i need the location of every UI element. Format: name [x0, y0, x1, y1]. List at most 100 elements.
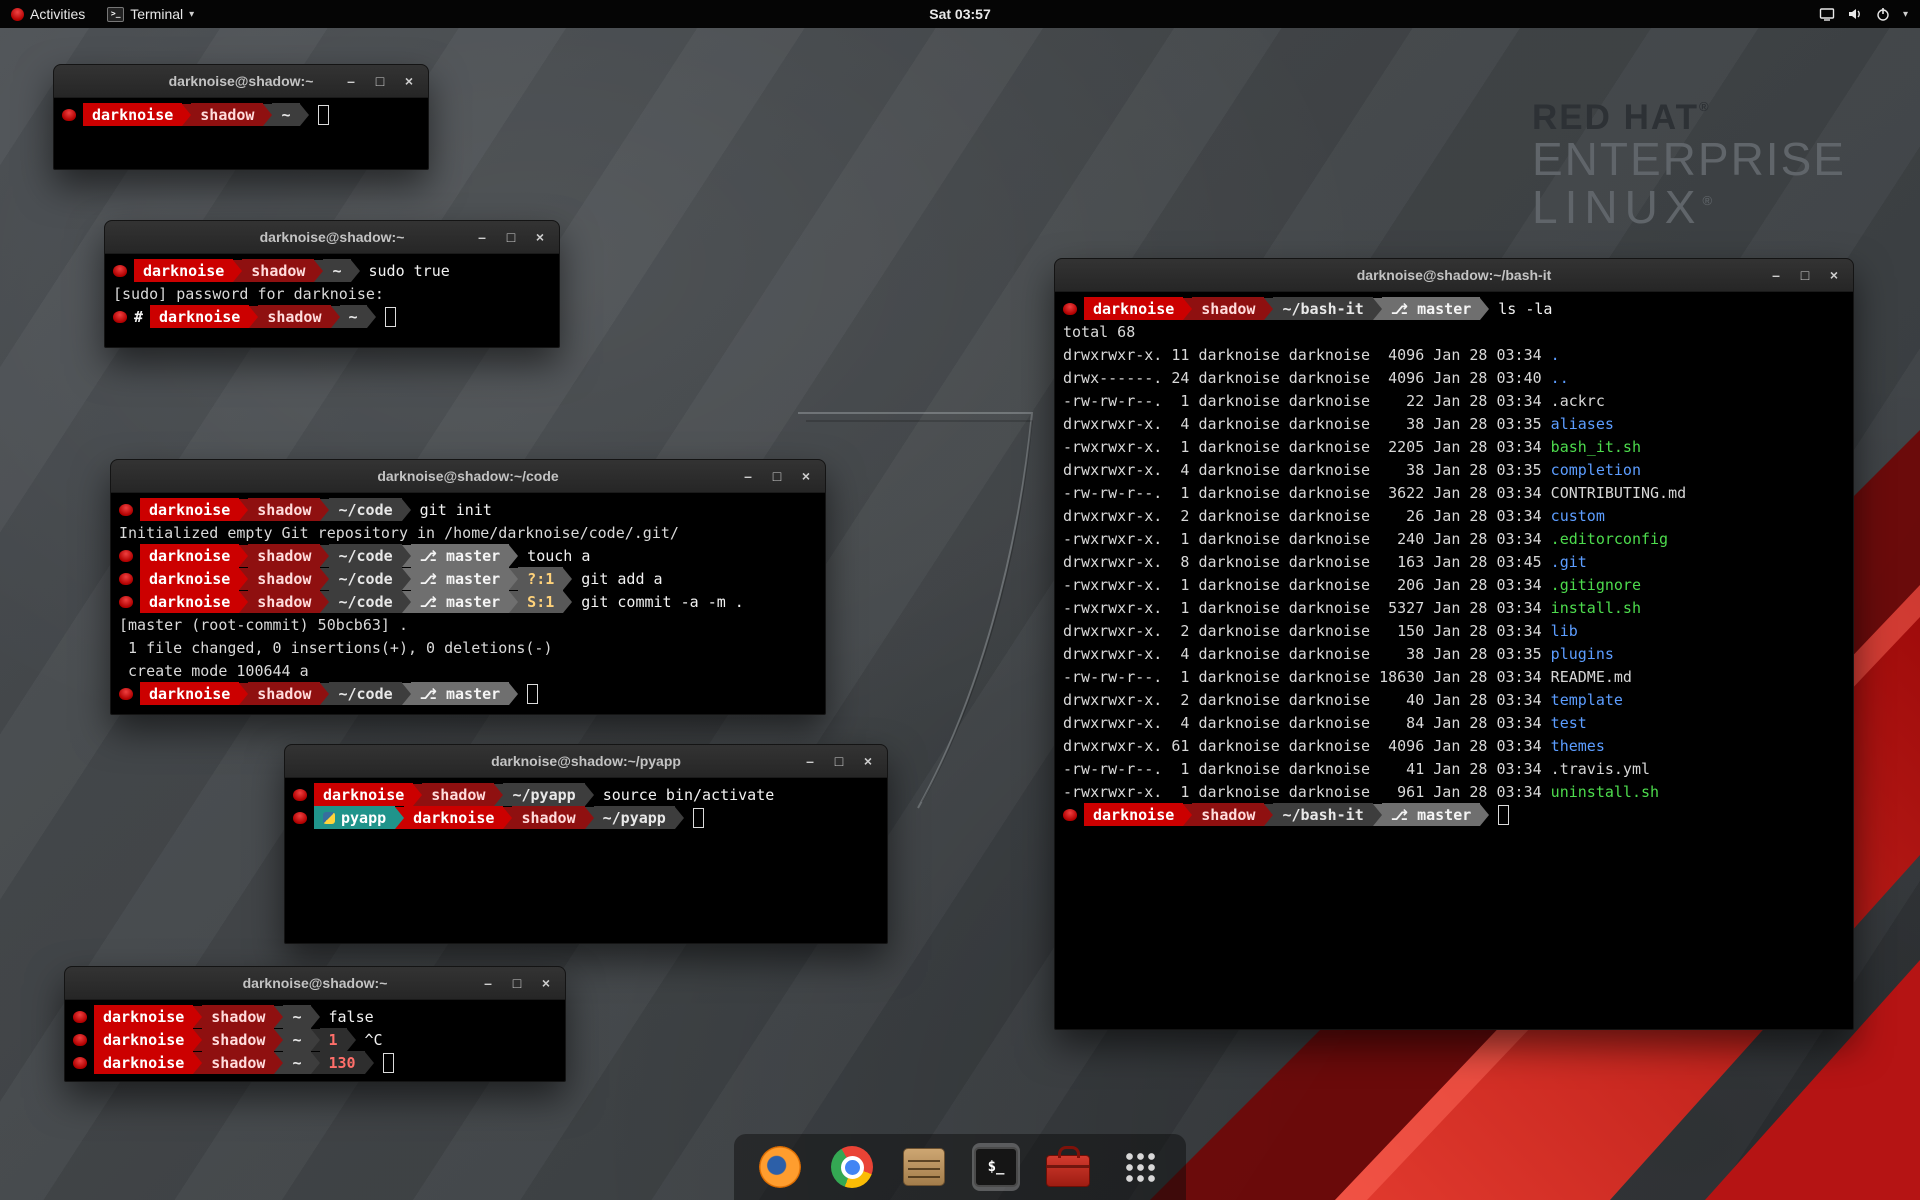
- redhat-icon: [73, 1011, 87, 1023]
- powerline-arrow: [367, 306, 376, 328]
- prompt-segment: shadow: [248, 590, 320, 613]
- file-name: .travis.yml: [1551, 760, 1650, 778]
- close-button[interactable]: ×: [533, 229, 547, 245]
- maximize-button[interactable]: □: [1798, 267, 1812, 283]
- maximize-button[interactable]: □: [373, 73, 387, 89]
- redhat-icon: [119, 688, 133, 700]
- powerline-arrow: [320, 568, 329, 590]
- terminal-content[interactable]: darknoiseshadow~falsedarknoiseshadow~1^C…: [65, 1000, 565, 1079]
- app-menu-label: Terminal: [130, 6, 183, 22]
- terminal-line: drwxrwxr-x. 8 darknoise darknoise 163 Ja…: [1063, 550, 1845, 573]
- text-cursor: [693, 808, 704, 828]
- terminal-line: #darknoiseshadow~: [113, 305, 551, 328]
- titlebar[interactable]: darknoise@shadow:~/code – □ ×: [111, 460, 825, 493]
- dock-item-show-apps[interactable]: [1116, 1143, 1164, 1191]
- ls-columns: -rw-rw-r--. 1 darknoise darknoise 22 Jan…: [1063, 392, 1551, 410]
- prompt-segment: ~: [323, 259, 350, 282]
- prompt-segment: ⎇ master: [411, 590, 510, 613]
- files-icon: [903, 1148, 945, 1186]
- dock-item-chrome[interactable]: [828, 1143, 876, 1191]
- system-status-area[interactable]: ▾: [1819, 0, 1920, 28]
- titlebar[interactable]: darknoise@shadow:~ – □ ×: [65, 967, 565, 1000]
- minimize-button[interactable]: –: [1769, 267, 1783, 283]
- minimize-button[interactable]: –: [481, 975, 495, 991]
- close-button[interactable]: ×: [402, 73, 416, 89]
- text-cursor: [385, 307, 396, 327]
- terminal-icon: $_: [974, 1147, 1018, 1187]
- ls-columns: -rw-rw-r--. 1 darknoise darknoise 18630 …: [1063, 668, 1551, 686]
- terminal-line: drwxrwxr-x. 2 darknoise darknoise 26 Jan…: [1063, 504, 1845, 527]
- terminal-line: drwxrwxr-x. 4 darknoise darknoise 38 Jan…: [1063, 642, 1845, 665]
- ls-columns: drwxrwxr-x. 11 darknoise darknoise 4096 …: [1063, 346, 1551, 364]
- powerline-arrow: [1183, 804, 1192, 826]
- file-name: .gitignore: [1551, 576, 1641, 594]
- command-text: sudo true: [369, 262, 450, 280]
- close-button[interactable]: ×: [799, 468, 813, 484]
- prompt-segment: S:1: [518, 590, 563, 613]
- file-name: .editorconfig: [1551, 530, 1668, 548]
- titlebar[interactable]: darknoise@shadow:~ – □ ×: [54, 65, 428, 98]
- terminal-line: darknoiseshadow~130: [73, 1051, 557, 1074]
- prompt-segment: 130: [320, 1051, 365, 1074]
- titlebar[interactable]: darknoise@shadow:~/bash-it – □ ×: [1055, 259, 1853, 292]
- file-name: ..: [1551, 369, 1569, 387]
- window-title: darknoise@shadow:~: [169, 73, 314, 89]
- prompt-segment: shadow: [1192, 297, 1264, 320]
- titlebar[interactable]: darknoise@shadow:~ – □ ×: [105, 221, 559, 254]
- prompt-segment: shadow: [512, 806, 584, 829]
- powerline-arrow: [320, 591, 329, 613]
- powerline-arrow: [1480, 298, 1489, 320]
- prompt-segment: ~/code: [329, 567, 401, 590]
- redhat-icon: [62, 109, 76, 121]
- activities-button[interactable]: Activities: [0, 0, 96, 28]
- titlebar[interactable]: darknoise@shadow:~/pyapp – □ ×: [285, 745, 887, 778]
- dock-item-terminal[interactable]: $_: [972, 1143, 1020, 1191]
- dock-item-firefox[interactable]: [756, 1143, 804, 1191]
- root-hash: #: [134, 308, 143, 326]
- minimize-button[interactable]: –: [475, 229, 489, 245]
- terminal-window-code: darknoise@shadow:~/code – □ × darknoises…: [110, 459, 826, 715]
- prompt-segment: shadow: [258, 305, 330, 328]
- app-menu-terminal[interactable]: >_ Terminal ▾: [96, 0, 205, 28]
- terminal-content[interactable]: darknoiseshadow~/codegit initInitialized…: [111, 493, 825, 710]
- maximize-button[interactable]: □: [770, 468, 784, 484]
- maximize-button[interactable]: □: [504, 229, 518, 245]
- prompt-segment: shadow: [202, 1028, 274, 1051]
- terminal-window-pyapp: darknoise@shadow:~/pyapp – □ × darknoise…: [284, 744, 888, 944]
- python-icon: [323, 812, 335, 824]
- ls-columns: -rw-rw-r--. 1 darknoise darknoise 3622 J…: [1063, 484, 1551, 502]
- terminal-content[interactable]: darknoiseshadow~: [54, 98, 428, 131]
- terminal-line: [sudo] password for darknoise:: [113, 282, 551, 305]
- maximize-button[interactable]: □: [510, 975, 524, 991]
- prompt-segment: darknoise: [140, 498, 239, 521]
- toolbox-icon: [1046, 1155, 1090, 1187]
- terminal-line: drwxrwxr-x. 2 darknoise darknoise 150 Ja…: [1063, 619, 1845, 642]
- prompt-segment: darknoise: [94, 1051, 193, 1074]
- ls-columns: -rw-rw-r--. 1 darknoise darknoise 41 Jan…: [1063, 760, 1551, 778]
- close-button[interactable]: ×: [539, 975, 553, 991]
- terminal-content[interactable]: darknoiseshadow~/pyappsource bin/activat…: [285, 778, 887, 834]
- terminal-line: darknoiseshadow~/code⎇ mastertouch a: [119, 544, 817, 567]
- terminal-content[interactable]: darknoiseshadow~/bash-it⎇ masterls -lato…: [1055, 292, 1853, 831]
- close-button[interactable]: ×: [861, 753, 875, 769]
- minimize-button[interactable]: –: [741, 468, 755, 484]
- minimize-button[interactable]: –: [344, 73, 358, 89]
- file-name: .: [1551, 346, 1560, 364]
- prompt-segment: darknoise: [94, 1028, 193, 1051]
- maximize-button[interactable]: □: [832, 753, 846, 769]
- close-button[interactable]: ×: [1827, 267, 1841, 283]
- terminal-line: darknoiseshadow~false: [73, 1005, 557, 1028]
- dock-item-toolbox[interactable]: [1044, 1143, 1092, 1191]
- prompt-segment: darknoise: [150, 305, 249, 328]
- clock[interactable]: Sat 03:57: [929, 6, 990, 22]
- volume-icon: [1847, 6, 1863, 22]
- command-text: git init: [420, 501, 492, 519]
- prompt-segment: ~: [283, 1005, 310, 1028]
- powerline-arrow: [347, 1029, 356, 1051]
- powerline-arrow: [193, 1052, 202, 1074]
- prompt-segment: ⎇ master: [411, 682, 510, 705]
- dock-item-files[interactable]: [900, 1143, 948, 1191]
- window-title: darknoise@shadow:~/pyapp: [491, 753, 681, 769]
- terminal-content[interactable]: darknoise shadow ~ sudo true [sudo] password…: [105, 254, 559, 333]
- minimize-button[interactable]: –: [803, 753, 817, 769]
